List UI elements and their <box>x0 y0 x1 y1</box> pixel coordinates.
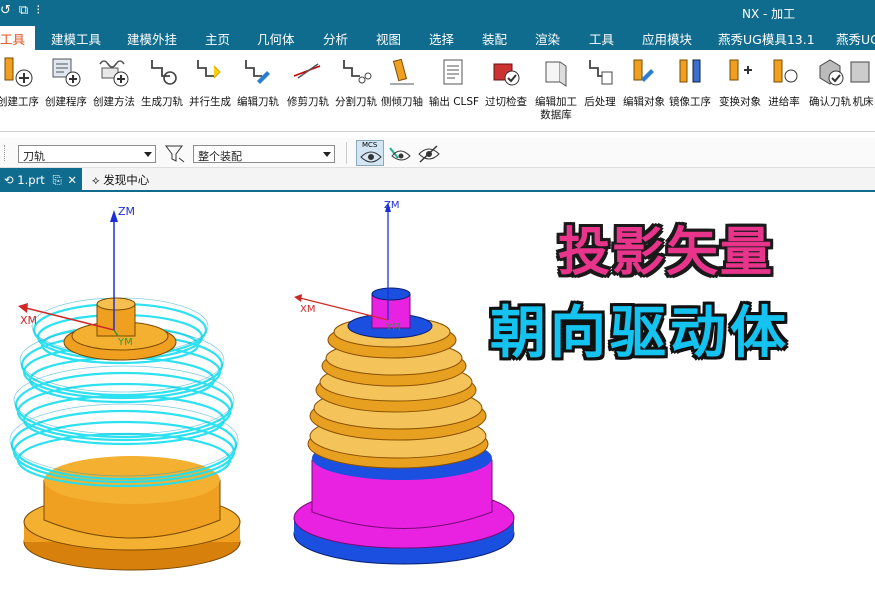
tab-discover-center[interactable]: ⟡ 发现中心 <box>92 172 149 188</box>
tilt-tool-axis-button[interactable]: 侧倾刀轴 <box>372 56 432 109</box>
toolbar-separator <box>346 142 348 164</box>
split-toolpath-icon <box>343 60 372 84</box>
machine-button[interactable]: 机床 <box>843 56 875 109</box>
hide-eye-icon[interactable] <box>417 144 441 164</box>
ribbon-tabs: 工具 建模工具 建模外挂 主页 几何体 分析 视图 选择 装配 渲染 工具 应用… <box>0 24 875 50</box>
more-icon[interactable]: ⁝ <box>36 3 40 18</box>
edit-database-icon <box>545 61 567 87</box>
output-clsf-button[interactable]: 输出 CLSF <box>424 56 484 109</box>
undo-icon[interactable]: ↺ <box>0 3 11 18</box>
machine-icon <box>850 61 870 83</box>
gouge-check-icon <box>493 63 520 86</box>
tab-geometry[interactable]: 几何体 <box>257 29 295 48</box>
trim-toolpath-icon <box>293 63 321 79</box>
eye-icon <box>360 151 382 163</box>
document-tabstrip: ⟲ 1.prt ⎘ ✕ ⟡ 发现中心 <box>0 168 875 192</box>
toolpath-display-icon[interactable] <box>388 144 412 164</box>
postprocess-icon <box>589 60 613 85</box>
output-clsf-icon <box>443 59 463 85</box>
quick-access-toolbar: ↺ ⧉ ⁝ <box>0 3 40 18</box>
zm-axis-label-left: ZM <box>118 205 135 218</box>
tab-yanxiu-ug[interactable]: 燕秀UG <box>836 29 875 48</box>
mcs-display-button[interactable]: MCS <box>356 140 384 166</box>
tab-modeling-plugin[interactable]: 建模外挂 <box>127 29 177 48</box>
tab-tools-active[interactable]: 工具 <box>0 26 36 50</box>
filter-icon[interactable] <box>164 144 186 164</box>
title-bar: ↺ ⧉ ⁝ NX - 加工 <box>0 0 875 24</box>
tab-tools[interactable]: 工具 <box>589 29 614 48</box>
part-file-icon: ⟲ <box>4 173 14 187</box>
tilt-tool-axis-icon <box>390 58 414 85</box>
transform-object-icon <box>729 59 752 81</box>
tab-analysis[interactable]: 分析 <box>323 29 348 48</box>
assembly-scope-select[interactable]: 整个装配 <box>193 145 335 163</box>
xm-axis-label-right: XM <box>300 304 315 315</box>
selection-toolbar: 刀轨 整个装配 MCS <box>0 138 875 168</box>
ribbon-panel: 创建工序 创建程序 创建方法 生成刀轨 并行生成 编辑刀轨 修剪刀轨 分割刀轨 … <box>0 50 875 132</box>
close-icon[interactable]: ✕ <box>67 173 77 187</box>
ym-axis-label-left: YM <box>117 337 133 348</box>
tab-applications[interactable]: 应用模块 <box>642 29 692 48</box>
create-program-icon <box>52 58 81 87</box>
banner-projection-vector: 投影矢量 <box>558 223 775 283</box>
graphics-viewport[interactable]: ZM XM YM ZM XM YM 投影矢量 朝向驱动体 <box>0 193 875 600</box>
discover-icon: ⟡ <box>92 173 100 187</box>
tab-assembly[interactable]: 装配 <box>482 29 507 48</box>
toolbar-grip <box>4 145 7 161</box>
tab-view[interactable]: 视图 <box>376 29 401 48</box>
type-filter-select[interactable]: 刀轨 <box>18 145 156 163</box>
tab-yanxiu-mold[interactable]: 燕秀UG模具13.1 <box>718 29 815 48</box>
edit-toolpath-icon <box>245 60 270 84</box>
left-part-with-toolpath: ZM XM YM <box>9 205 241 571</box>
ym-axis-label-right: YM <box>385 322 401 333</box>
generate-toolpath-icon <box>151 60 177 85</box>
window-icon[interactable]: ⧉ <box>19 3 28 18</box>
document-tab-1prt[interactable]: ⟲ 1.prt ⎘ ✕ <box>0 168 82 192</box>
edit-object-icon <box>633 59 654 82</box>
tab-render[interactable]: 渲染 <box>535 29 560 48</box>
feedrate-icon <box>773 59 798 83</box>
window-title: NX - 加工 <box>742 7 796 21</box>
document-save-icon[interactable]: ⎘ <box>52 173 61 187</box>
create-method-icon <box>99 60 129 87</box>
tab-home[interactable]: 主页 <box>205 29 230 48</box>
banner-toward-drive-body: 朝向驱动体 <box>490 301 790 366</box>
right-part-driving-body: ZM XM YM <box>293 200 515 565</box>
verify-toolpath-icon <box>819 59 844 86</box>
zm-axis-label-right: ZM <box>384 200 399 211</box>
tab-select[interactable]: 选择 <box>429 29 454 48</box>
xm-axis-label-left: XM <box>20 314 37 327</box>
parallel-generate-icon <box>197 60 221 79</box>
tab-modeling-tools[interactable]: 建模工具 <box>51 29 101 48</box>
mirror-operation-icon <box>679 59 701 83</box>
chevron-down-icon <box>144 152 152 157</box>
create-operation-icon <box>4 57 33 87</box>
chevron-down-icon <box>323 152 331 157</box>
